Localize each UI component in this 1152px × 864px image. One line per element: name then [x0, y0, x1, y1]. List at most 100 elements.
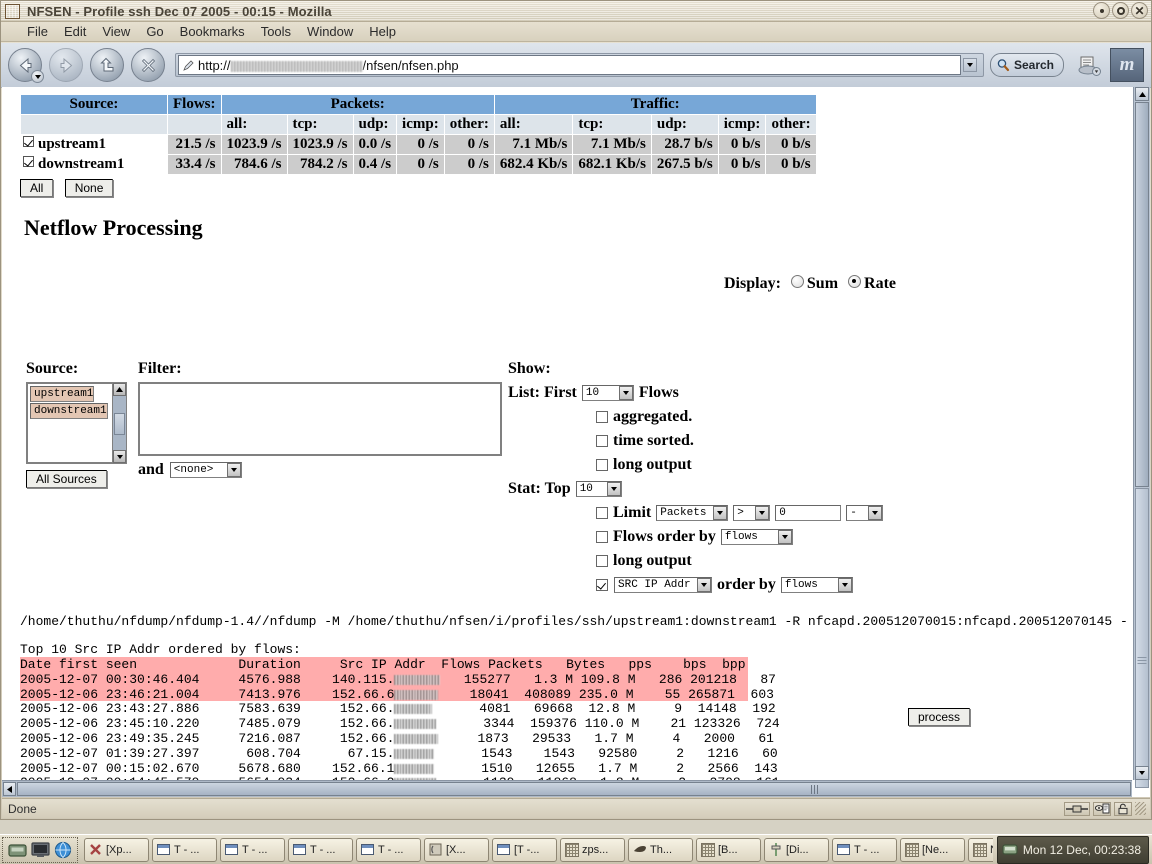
limit-checkbox[interactable] [596, 506, 608, 519]
print-button[interactable] [1072, 48, 1106, 82]
taskbar-button[interactable]: T - ... [832, 837, 897, 862]
taskbar-button[interactable]: T - ... [152, 837, 217, 862]
application-icon [5, 3, 20, 19]
order-by-select[interactable]: flows [780, 576, 853, 593]
source-listbox[interactable]: upstream1 downstream1 [26, 382, 126, 464]
search-button[interactable]: Search [989, 53, 1064, 77]
taskbar-button[interactable]: [T -... [492, 837, 557, 862]
taskbar-button[interactable]: T - ... [220, 837, 285, 862]
taskbar-button[interactable]: [B... [696, 837, 761, 862]
taskbar-button[interactable]: [X... [424, 837, 489, 862]
display-radio-rate[interactable] [848, 275, 862, 288]
source-listbox-scrollbar[interactable] [112, 382, 127, 464]
taskbar-button[interactable]: zps... [560, 837, 625, 862]
mozilla-logo-icon[interactable]: m [1110, 48, 1144, 82]
filter-preset-select[interactable]: <none> [169, 462, 242, 478]
stat-long-output-checkbox[interactable] [596, 554, 608, 567]
url-input[interactable]: http:///nfsen/nfsen.php [178, 55, 961, 75]
quick-launch-bar [2, 836, 78, 863]
taskbar-button[interactable]: [Ne... [900, 837, 965, 862]
terminal-icon[interactable] [29, 839, 51, 861]
stat-type-select[interactable]: SRC IP Addr [614, 576, 712, 593]
globe-browser-icon[interactable] [52, 839, 74, 861]
source-cell-downstream1[interactable]: downstream1 [20, 154, 168, 175]
back-button[interactable] [8, 48, 44, 83]
aggregated-checkbox[interactable] [596, 410, 608, 423]
stat-count-select[interactable]: 10 [575, 480, 622, 497]
output-row: 2005-12-07 00:15:02.670 5678.680 152.66.… [20, 760, 778, 776]
resize-grip[interactable] [1135, 802, 1146, 815]
scroll-down-button[interactable] [1135, 766, 1149, 780]
source-checkbox-upstream1[interactable] [23, 136, 34, 147]
menu-edit[interactable]: Edit [56, 23, 94, 40]
limit-unit-select[interactable]: - [846, 504, 884, 521]
cell-packets-udp: 0.0 /s [352, 134, 398, 155]
source-option-upstream1[interactable]: upstream1 [30, 386, 95, 402]
limit-field-select[interactable]: Packets [656, 504, 729, 521]
source-option-downstream1[interactable]: downstream1 [30, 403, 108, 419]
stat-top-row: Stat: Top 10 [508, 478, 883, 499]
url-dropdown-icon[interactable] [962, 58, 977, 72]
list-long-output-checkbox[interactable] [596, 458, 608, 471]
all-sources-button[interactable]: All Sources [26, 470, 107, 488]
process-button-list[interactable]: process [908, 708, 971, 726]
taskbar-button[interactable]: T - ... [356, 837, 421, 862]
scroll-up-button[interactable] [1135, 87, 1149, 101]
cell-flows: 21.5 /s [167, 134, 222, 155]
cookie-status-icon[interactable] [1093, 801, 1111, 816]
output-row: 2005-12-07 01:39:27.397 608.704 67.15. 1… [20, 745, 778, 761]
scrollbar-thumb[interactable] [114, 413, 125, 435]
taskbar-button[interactable]: [Di... [764, 837, 829, 862]
scroll-left-button[interactable] [3, 782, 16, 796]
source-checkbox-downstream1[interactable] [23, 156, 34, 167]
scroll-down-icon[interactable] [113, 450, 126, 463]
page-horizontal-scrollbar[interactable] [2, 780, 1132, 797]
menu-file[interactable]: File [19, 23, 56, 40]
cell-flows: 33.4 /s [167, 154, 222, 175]
vertical-scrollbar-track-lower[interactable] [1135, 488, 1149, 788]
close-button[interactable]: ✕ [1131, 2, 1148, 19]
select-none-button[interactable]: None [64, 179, 114, 197]
flows-order-checkbox[interactable] [596, 530, 608, 543]
stat-type-checkbox[interactable] [596, 578, 608, 591]
security-lock-icon[interactable] [1114, 801, 1132, 816]
list-count-select[interactable]: 10 [581, 384, 634, 401]
table-group-header-row: Source: Flows: Packets: Traffic: [20, 94, 817, 115]
reload-button[interactable] [90, 48, 124, 82]
filter-textarea[interactable] [138, 382, 502, 456]
menu-window[interactable]: Window [299, 23, 361, 40]
limit-row: Limit Packets > 0 - [596, 502, 884, 523]
menu-help[interactable]: Help [361, 23, 404, 40]
subheader-traffic-icmp: icmp: [717, 114, 767, 135]
vertical-scrollbar-thumb[interactable] [1135, 102, 1149, 487]
show-desktop-icon[interactable] [6, 839, 28, 861]
scroll-up-icon[interactable] [113, 383, 126, 396]
taskbar-button[interactable]: NF... [968, 837, 993, 862]
source-cell-upstream1[interactable]: upstream1 [20, 134, 168, 155]
output-heading: Top 10 Src IP Addr ordered by flows: [20, 642, 301, 657]
forward-button[interactable] [49, 48, 83, 82]
back-dropdown-icon[interactable] [31, 70, 44, 83]
select-all-button[interactable]: All [20, 179, 54, 197]
taskbar-button-label: T - ... [242, 843, 268, 856]
limit-value-input[interactable]: 0 [775, 504, 842, 521]
limit-operator-select[interactable]: > [733, 504, 771, 521]
display-radio-sum[interactable] [790, 275, 804, 288]
cell-packets-all: 784.6 /s [220, 154, 288, 175]
taskbar-button[interactable]: T - ... [288, 837, 353, 862]
maximize-button[interactable] [1112, 2, 1129, 19]
menu-view[interactable]: View [94, 23, 138, 40]
flows-order-select[interactable]: flows [720, 528, 793, 545]
menu-tools[interactable]: Tools [253, 23, 299, 40]
subheader-traffic-other: other: [765, 114, 817, 135]
time-sorted-checkbox[interactable] [596, 434, 608, 447]
stop-button[interactable] [131, 48, 165, 82]
minimize-button[interactable] [1093, 2, 1110, 19]
horizontal-scrollbar-thumb[interactable] [17, 782, 1131, 796]
taskbar-button[interactable]: Th... [628, 837, 693, 862]
menu-bookmarks[interactable]: Bookmarks [172, 23, 253, 40]
taskbar-button[interactable]: [Xp... [84, 837, 149, 862]
menu-go[interactable]: Go [138, 23, 171, 40]
clock-widget[interactable]: Mon 12 Dec, 00:23:38 [996, 835, 1149, 864]
page-vertical-scrollbar[interactable] [1133, 87, 1150, 788]
